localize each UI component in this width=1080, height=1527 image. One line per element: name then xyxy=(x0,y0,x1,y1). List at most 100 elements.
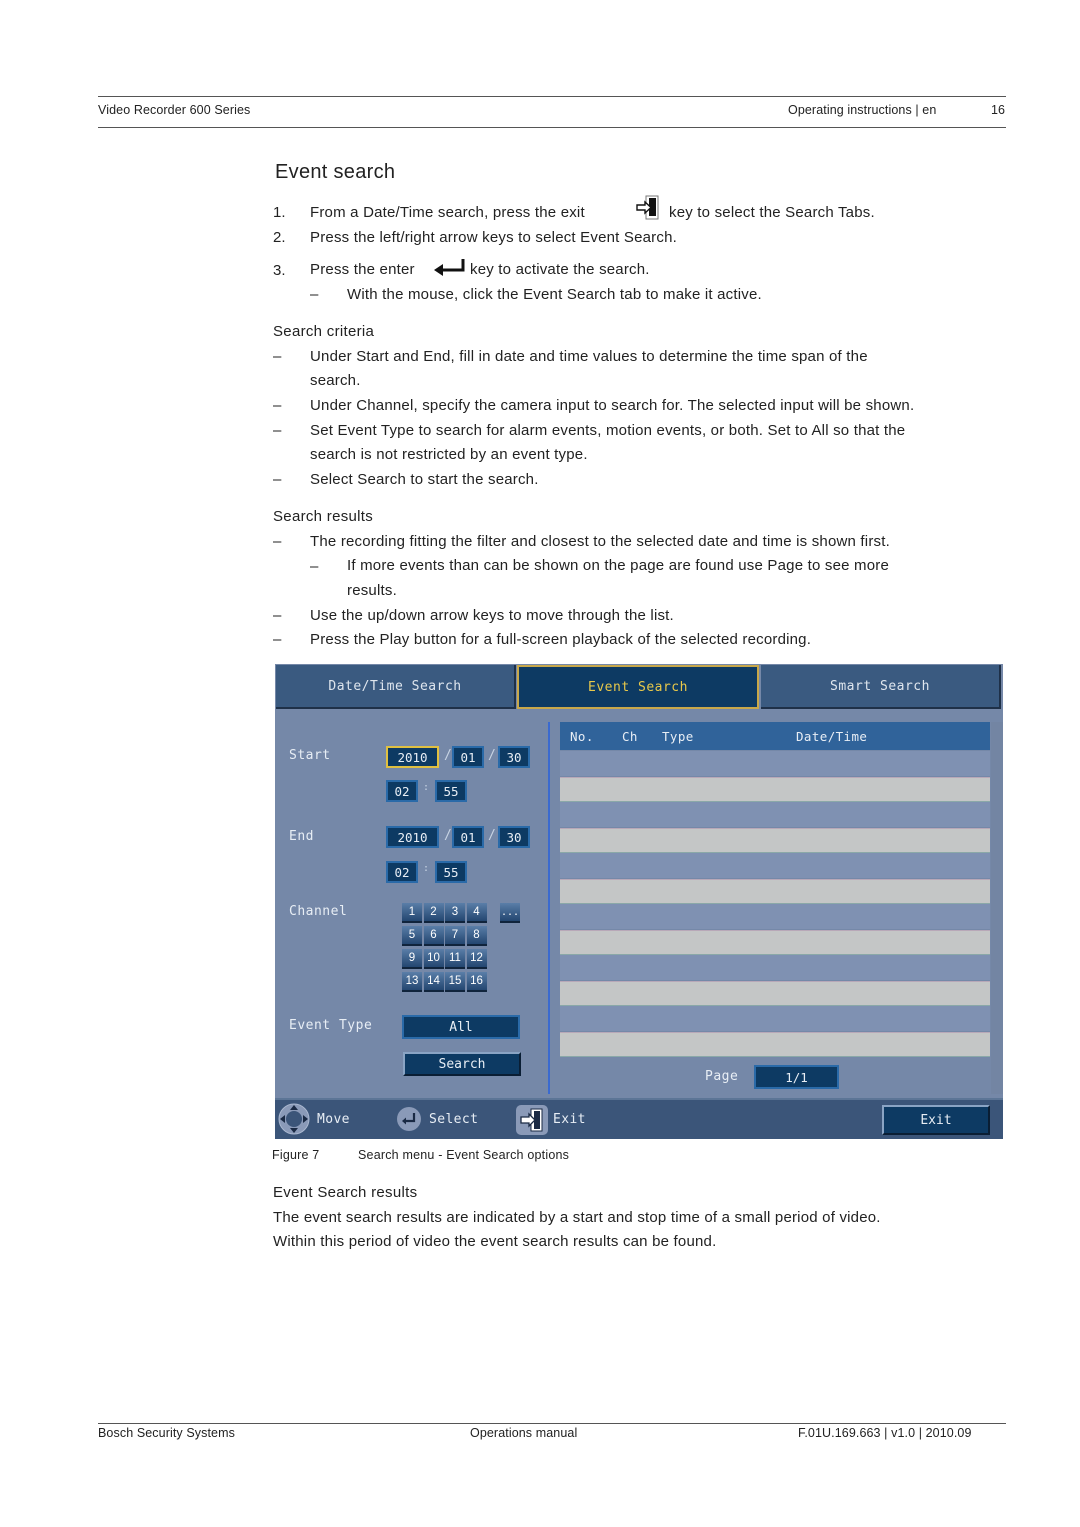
footer-select-label: Select xyxy=(429,1112,479,1127)
channel-button-9[interactable]: 9 xyxy=(402,949,422,969)
criteria-1-line-2: search. xyxy=(310,372,361,389)
column-header-type: Type xyxy=(662,729,694,744)
start-label: Start xyxy=(289,748,331,763)
step-1-text-b: key to select the Search Tabs. xyxy=(669,204,875,221)
footer-move-label: Move xyxy=(317,1112,350,1127)
table-row[interactable] xyxy=(560,929,990,955)
channel-button-2[interactable]: 2 xyxy=(423,903,444,923)
end-label: End xyxy=(289,829,314,844)
criteria-4-line-1: Select Search to start the search. xyxy=(310,471,539,488)
criteria-3-line-1: Set Event Type to search for alarm event… xyxy=(310,422,906,439)
end-year-field[interactable]: 2010 xyxy=(386,826,439,848)
table-row[interactable] xyxy=(560,878,990,904)
search-button[interactable]: Search xyxy=(403,1052,521,1076)
step-3-text-b: key to activate the search. xyxy=(470,261,650,278)
header-section: Operating instructions | en xyxy=(788,103,937,117)
tab-smart-search[interactable]: Smart Search xyxy=(761,665,1001,709)
section-title: Event search xyxy=(275,161,396,183)
search-criteria-title: Search criteria xyxy=(273,323,375,340)
footer-company: Bosch Security Systems xyxy=(98,1426,235,1440)
table-row[interactable] xyxy=(560,776,990,802)
results-item-1-sub-line-1: If more events than can be shown on the … xyxy=(347,557,890,574)
channel-button-11[interactable]: 11 xyxy=(445,949,465,969)
channel-button-15[interactable]: 15 xyxy=(445,972,465,992)
channel-button-13[interactable]: 13 xyxy=(402,972,422,992)
dash-bullet: – xyxy=(310,558,319,575)
dash-bullet: – xyxy=(273,422,282,439)
event-type-select[interactable]: All xyxy=(402,1015,520,1039)
channel-button-10[interactable]: 10 xyxy=(423,949,444,969)
channel-button-3[interactable]: 3 xyxy=(445,903,465,923)
search-results-title: Search results xyxy=(273,508,374,525)
table-row[interactable] xyxy=(560,827,990,853)
exit-key-icon xyxy=(634,195,660,226)
event-search-results-line-1: The event search results are indicated b… xyxy=(273,1209,881,1226)
event-search-results-title: Event Search results xyxy=(273,1184,418,1201)
more-channels-button[interactable]: ... xyxy=(500,903,520,923)
channel-button-14[interactable]: 14 xyxy=(423,972,444,992)
channel-button-12[interactable]: 12 xyxy=(466,949,487,969)
table-row[interactable] xyxy=(560,853,990,878)
page-indicator[interactable]: 1/1 xyxy=(754,1065,839,1089)
panel-divider xyxy=(548,722,550,1094)
start-month-field[interactable]: 01 xyxy=(452,746,484,768)
exit-key-icon xyxy=(516,1105,548,1139)
dash-bullet: – xyxy=(273,607,282,624)
column-header-ch: Ch xyxy=(622,729,638,744)
footer-exit-label: Exit xyxy=(553,1112,586,1127)
channel-button-8[interactable]: 8 xyxy=(466,926,487,946)
channel-button-16[interactable]: 16 xyxy=(466,972,487,992)
step-2-text: Press the left/right arrow keys to selec… xyxy=(310,229,677,246)
event-search-results-line-2: Within this period of video the event se… xyxy=(273,1233,717,1250)
dash-bullet: – xyxy=(310,286,319,303)
table-row[interactable] xyxy=(560,1031,990,1057)
header-doc-title: Video Recorder 600 Series xyxy=(98,103,251,117)
end-minute-field[interactable]: 55 xyxy=(435,861,467,883)
step-3-number: 3. xyxy=(273,262,286,279)
dash-bullet: – xyxy=(273,348,282,365)
table-row[interactable] xyxy=(560,904,990,929)
step-3-sub-text: With the mouse, click the Event Search t… xyxy=(347,286,762,303)
start-hour-field[interactable]: 02 xyxy=(386,780,418,802)
table-row[interactable] xyxy=(560,955,990,980)
dash-bullet: – xyxy=(273,397,282,414)
start-year-field[interactable]: 2010 xyxy=(386,746,439,768)
table-row[interactable] xyxy=(560,802,990,827)
enter-key-icon xyxy=(432,257,468,282)
step-2-number: 2. xyxy=(273,229,286,246)
table-row[interactable] xyxy=(560,980,990,1006)
header-top-rule xyxy=(98,96,1006,97)
step-1-text-a: From a Date/Time search, press the exit xyxy=(310,204,585,221)
criteria-1-line-1: Under Start and End, fill in date and ti… xyxy=(310,348,868,365)
exit-button[interactable]: Exit xyxy=(882,1105,990,1135)
table-row[interactable] xyxy=(560,1006,990,1031)
footer-doc-id: F.01U.169.663 | v1.0 | 2010.09 xyxy=(798,1426,972,1440)
channel-button-4[interactable]: 4 xyxy=(466,903,487,923)
page-label: Page xyxy=(705,1069,739,1084)
event-type-label: Event Type xyxy=(289,1018,373,1033)
end-month-field[interactable]: 01 xyxy=(452,826,484,848)
date-separator: / xyxy=(488,828,496,843)
channel-button-1[interactable]: 1 xyxy=(402,903,422,923)
tab-date-time-search[interactable]: Date/Time Search xyxy=(276,665,516,709)
results-item-3: Press the Play button for a full-screen … xyxy=(310,631,812,648)
results-table-header: No. Ch Type Date/Time xyxy=(560,722,990,750)
dpad-icon xyxy=(277,1102,311,1139)
channel-button-5[interactable]: 5 xyxy=(402,926,422,946)
channel-button-7[interactable]: 7 xyxy=(445,926,465,946)
end-day-field[interactable]: 30 xyxy=(498,826,530,848)
start-day-field[interactable]: 30 xyxy=(498,746,530,768)
tab-event-search[interactable]: Event Search xyxy=(517,665,759,709)
footer-rule xyxy=(98,1423,1006,1424)
results-item-1-sub-line-2: results. xyxy=(347,582,397,599)
date-separator: / xyxy=(444,748,452,763)
footer-manual-type: Operations manual xyxy=(470,1426,578,1440)
channel-button-6[interactable]: 6 xyxy=(423,926,444,946)
column-header-no: No. xyxy=(570,729,594,744)
end-hour-field[interactable]: 02 xyxy=(386,861,418,883)
step-3-text-a: Press the enter xyxy=(310,261,415,278)
table-row[interactable] xyxy=(560,751,990,776)
start-minute-field[interactable]: 55 xyxy=(435,780,467,802)
event-search-screenshot: Date/Time Search Event Search Smart Sear… xyxy=(275,664,1003,1139)
page-number: 16 xyxy=(991,103,1006,117)
